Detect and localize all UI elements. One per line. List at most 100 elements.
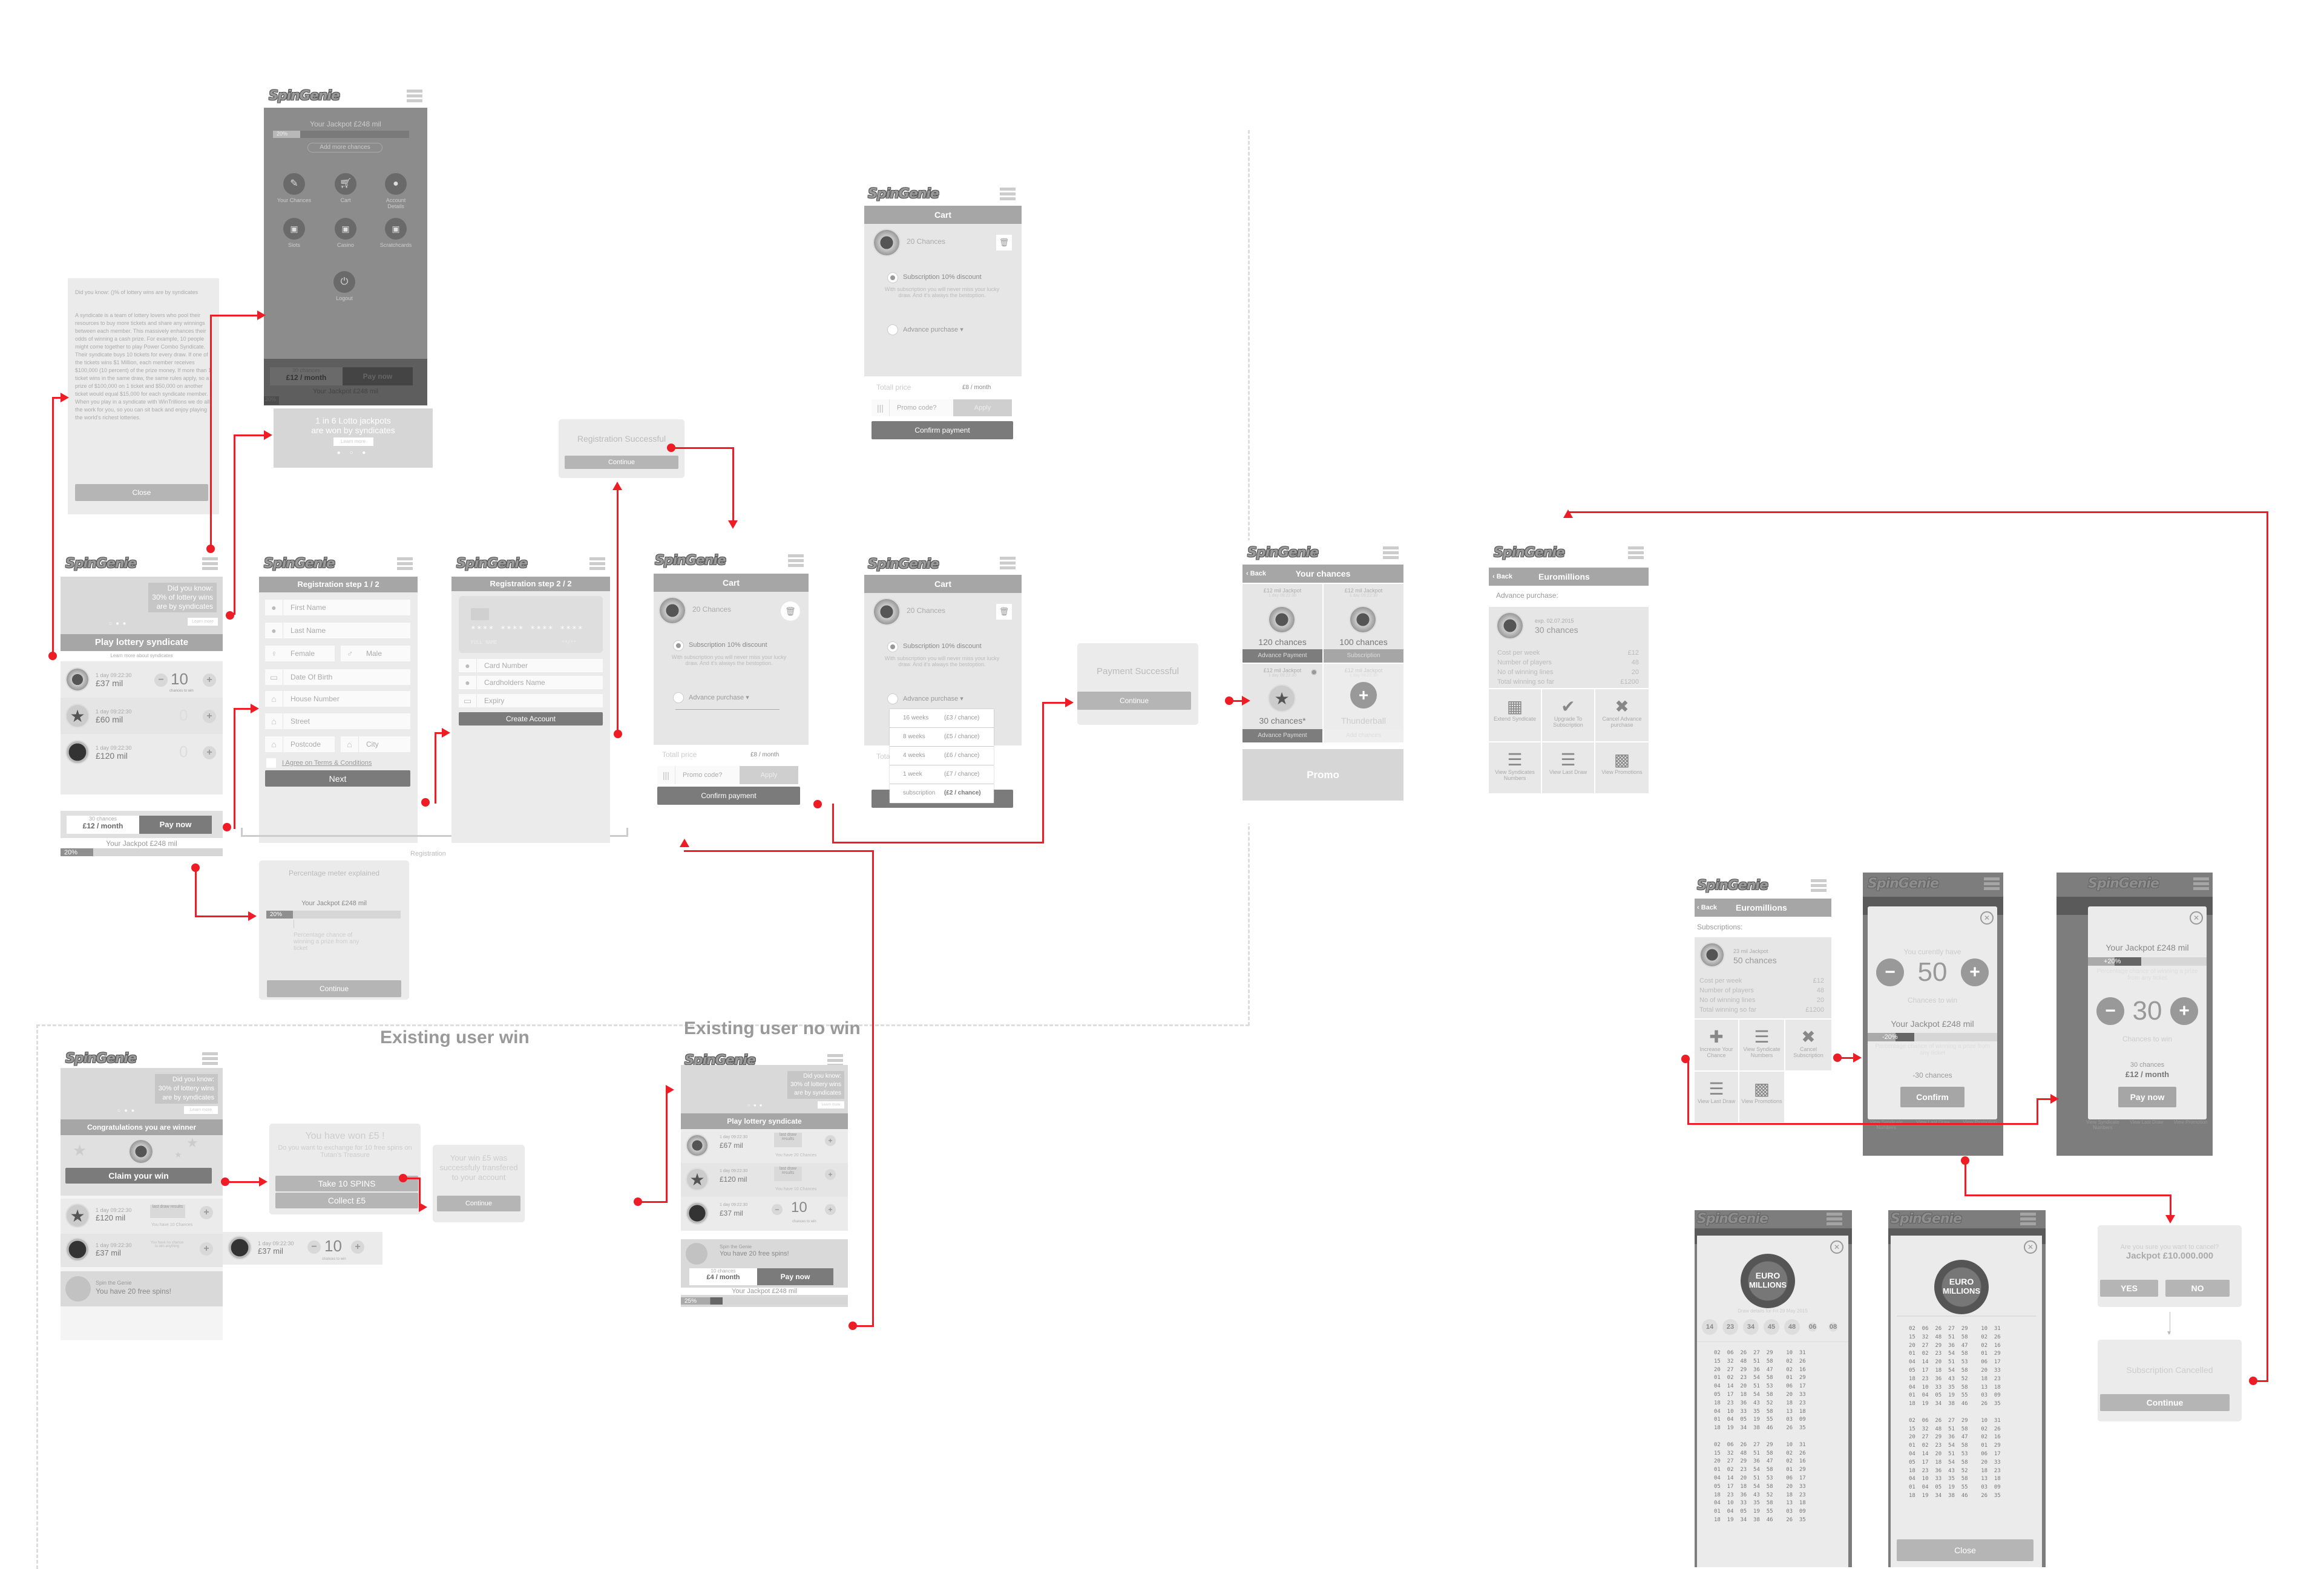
menu-item-casino[interactable]: ▣ Casino [327,218,364,248]
dropdown-option[interactable]: subscription (£2 / chance) [890,784,994,803]
chance-card[interactable]: £12 mil Jackpot 1 day 09:22:30 100 chanc… [1324,584,1403,663]
carousel-dots[interactable]: ○●● [747,1102,766,1108]
increase-button[interactable]: + [1961,958,1989,986]
confirm-button[interactable]: Confirm [1900,1087,1965,1107]
promo-banner[interactable]: Promo [1242,749,1403,801]
genie-promo[interactable]: Spin the Genie You have 20 free spins! 1… [681,1239,848,1307]
chance-card[interactable]: £12 mil Jackpot 1 day 09:22:30 120 chanc… [1242,584,1322,663]
increase-button[interactable]: + [203,746,216,759]
cancel-subscription-button[interactable]: ✖ Cancel Subscription [1785,1020,1831,1070]
take-spins-button[interactable]: Take 10 SPINS [275,1176,418,1191]
next-button[interactable]: Next [265,770,410,787]
female-option[interactable]: ♀ Female [265,646,335,661]
last-name-field[interactable]: ● Last Name [265,623,410,638]
apply-button[interactable]: Apply [740,766,798,784]
increase-button[interactable]: + [351,1240,364,1254]
back-button[interactable]: ‹ Back [1246,565,1266,583]
decrease-button[interactable]: − [772,1204,783,1215]
close-icon[interactable]: ✕ [2024,1240,2037,1254]
add-chances-card[interactable]: £12 mil Jackpot 1 day 09:22:30 + Thunder… [1324,664,1403,742]
delete-icon[interactable]: 🗑︎ [996,604,1012,620]
menu-icon[interactable] [1984,877,2000,891]
house-number-field[interactable]: ⌂ House Number [265,691,410,707]
view-last-draw-button[interactable]: ☰ View Last Draw [1695,1072,1738,1122]
last-draw-button[interactable]: last draw results [150,1205,185,1218]
advance-purchase-dropdown[interactable]: Advance purchase ▾ [689,693,749,701]
decrease-button[interactable]: − [307,1240,321,1254]
close-button[interactable]: Close [1897,1539,2034,1561]
continue-button[interactable]: Continue [437,1196,520,1211]
subscription-radio[interactable] [887,641,898,652]
view-numbers-button[interactable]: ☰ View Syndicates Numbers [1489,742,1541,793]
menu-icon[interactable] [1827,1213,1842,1226]
increase-button[interactable]: + [825,1169,836,1180]
carousel-dots[interactable]: ● ○ ● [274,450,433,456]
genie-promo[interactable]: Spin the Genie You have 20 free spins! [61,1271,223,1306]
carousel-dots[interactable]: ○●● [117,1107,138,1113]
continue-button[interactable]: Continue [1077,692,1191,710]
terms-link[interactable]: I Agree on Terms & Conditions [282,759,372,767]
learn-more-button[interactable]: Learn more [333,437,373,446]
terms-checkbox[interactable] [266,758,276,768]
extend-syndicate-button[interactable]: ▦ Extend Syndicate [1489,689,1541,741]
menu-item-slots[interactable]: ▣ Slots [276,218,312,248]
dob-field[interactable]: ▭ Date Of Birth [265,669,410,685]
postcode-field[interactable]: ⌂ Postcode [265,736,335,752]
menu-item-account[interactable]: ● Account Details [378,173,414,209]
dropdown-option[interactable]: 1 week (£7 / chance) [890,765,994,784]
cancel-advance-button[interactable]: ✖ Cancel Advance purchase [1595,689,1649,741]
menu-icon[interactable] [397,557,413,571]
last-draw-button[interactable]: last draw results [774,1133,802,1147]
promo-code-field[interactable]: ||| Promo code? [657,766,740,784]
learn-more-button[interactable]: Learn more [184,1106,218,1114]
back-button[interactable]: ‹ Back [1697,899,1717,917]
menu-icon[interactable] [1628,546,1644,560]
dropdown-option[interactable]: 16 weeks (£3 / chance) [890,709,994,728]
menu-icon[interactable] [589,557,605,571]
advance-purchase-dropdown[interactable]: Advance purchase ▾ [903,695,963,703]
continue-button[interactable]: Continue [565,456,678,469]
menu-icon[interactable] [2193,877,2209,891]
carousel-dots[interactable]: ○●● [109,620,130,626]
learn-more-button[interactable]: Learn more [818,1101,844,1109]
learn-syndicates-link[interactable]: Learn more about syndicates [61,653,223,658]
pay-now-button[interactable]: Pay now [757,1268,833,1285]
yes-button[interactable]: YES [2100,1280,2158,1297]
collect-button[interactable]: Collect £5 [275,1193,418,1208]
last-draw-button[interactable]: last draw results [774,1167,802,1181]
menu-item-logout[interactable]: ⏻ Logout [326,271,363,301]
view-numbers-button[interactable]: ☰ View Syndicate Numbers [1739,1020,1784,1070]
confirm-payment-button[interactable]: Confirm payment [657,787,800,805]
pay-now-button[interactable]: Pay now [343,367,413,385]
increase-button[interactable]: + [2170,997,2198,1025]
learn-more-button[interactable]: Learn more [188,618,218,626]
street-field[interactable]: ⌂ Street [265,713,410,729]
dropdown-option[interactable]: 4 weeks (£6 / chance) [890,747,994,765]
menu-icon[interactable] [202,1052,218,1066]
advance-purchase-dropdown[interactable]: Advance purchase ▾ [903,326,963,333]
back-button[interactable]: ‹ Back [1492,568,1512,586]
menu-icon[interactable] [788,554,804,568]
close-button[interactable]: Close [75,484,208,501]
card-number-field[interactable]: ● Card Number [459,659,603,672]
menu-icon[interactable] [1811,879,1827,893]
menu-icon[interactable] [1000,188,1016,201]
close-icon[interactable]: ✕ [1980,911,1994,925]
increase-button[interactable]: + [200,1242,213,1256]
subscription-radio[interactable] [673,640,684,651]
increase-button[interactable]: + [203,673,216,687]
menu-icon[interactable] [2020,1213,2036,1226]
close-icon[interactable]: ✕ [2190,911,2203,925]
pay-now-button[interactable]: Pay now [139,816,212,834]
menu-icon[interactable] [1383,546,1399,560]
decrease-button[interactable]: − [154,673,168,687]
continue-button[interactable]: Continue [267,980,401,997]
confirm-payment-button[interactable]: Confirm payment [872,421,1013,439]
menu-item-scratchcards[interactable]: ▣ Scratchcards [378,218,414,248]
delete-icon[interactable]: 🗑︎ [996,235,1012,251]
add-more-chances-button[interactable]: Add more chances [307,143,382,152]
increase-button[interactable]: + [825,1204,836,1215]
upgrade-subscription-button[interactable]: ✔ Upgrade To Subscription [1542,689,1594,741]
menu-icon[interactable] [407,90,422,103]
menu-icon[interactable] [1000,557,1016,570]
